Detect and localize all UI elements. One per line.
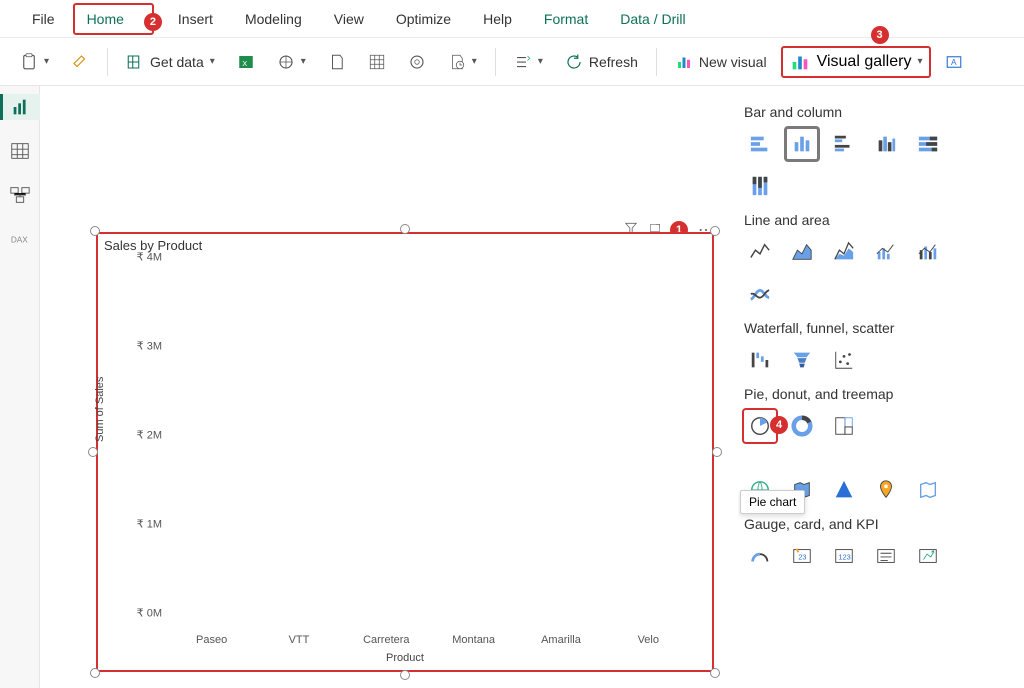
goal-icon[interactable] [912, 540, 944, 572]
100pct-bar-icon[interactable] [912, 128, 944, 160]
callout-badge-2: 2 [144, 13, 162, 31]
recent-sources-button[interactable]: ▾ [440, 49, 485, 75]
text-box-button[interactable]: A [937, 49, 971, 75]
view-switcher: DAX [0, 86, 40, 688]
report-view-icon[interactable] [0, 94, 40, 120]
chevron-down-icon: ▾ [917, 56, 922, 67]
100pct-column-icon[interactable] [744, 170, 776, 202]
ribbon: ▾ Get data ▾ X ▾ ▾ ▾ Refresh New visual … [0, 38, 1024, 86]
menu-home-label: Home [87, 11, 124, 27]
separator [495, 48, 496, 76]
bar-category-label: Amarilla [541, 634, 581, 646]
bar-category-label: Montana [452, 634, 495, 646]
svg-text:DAX: DAX [10, 236, 27, 245]
gallery-section-waterfall: Waterfall, funnel, scatter [744, 320, 1008, 336]
excel-source-button[interactable]: X [229, 49, 263, 75]
clustered-column-icon[interactable] [786, 128, 818, 160]
get-data-button[interactable]: Get data ▾ [118, 49, 223, 75]
clustered-bar-icon[interactable] [828, 128, 860, 160]
bar-category-label: VTT [289, 634, 310, 646]
bar-category-label: Carretera [363, 634, 409, 646]
stacked-column-icon[interactable] [870, 128, 902, 160]
y-tick-label: ₹ 3M [118, 340, 162, 353]
card-icon[interactable]: 23 [786, 540, 818, 572]
svg-text:23: 23 [798, 553, 806, 562]
x-axis-label: Product [386, 652, 424, 664]
stacked-bar-icon[interactable] [744, 128, 776, 160]
dax-view-icon[interactable]: DAX [7, 226, 33, 252]
new-visual-button[interactable]: New visual [667, 49, 775, 75]
funnel-icon[interactable] [786, 344, 818, 376]
bar-category-label: Velo [638, 634, 659, 646]
y-tick-label: ₹ 0M [118, 607, 162, 620]
chart-body: Sum of Sales Product PaseoVTTCarreteraMo… [108, 260, 702, 660]
menu-modeling[interactable]: Modeling [231, 3, 316, 35]
y-tick-label: ₹ 1M [118, 518, 162, 531]
azure-map-icon[interactable] [828, 474, 860, 506]
line-column-icon[interactable] [870, 236, 902, 268]
enter-data-button[interactable] [360, 49, 394, 75]
visual-gallery-button[interactable]: 3 Visual gallery ▾ [781, 46, 931, 78]
callout-badge-4: 4 [770, 416, 788, 434]
svg-text:123: 123 [839, 553, 851, 562]
stacked-area-icon[interactable] [828, 236, 860, 268]
table-view-icon[interactable] [7, 138, 33, 164]
visual-gallery-pane: Bar and column Line and area Waterfall, … [738, 94, 1014, 688]
visual-gallery-label: Visual gallery [817, 53, 912, 71]
menu-data-drill[interactable]: Data / Drill [606, 3, 699, 35]
dataverse-button[interactable] [400, 49, 434, 75]
arcgis-map-icon[interactable] [870, 474, 902, 506]
new-visual-label: New visual [699, 54, 767, 70]
separator [656, 48, 657, 76]
refresh-button[interactable]: Refresh [557, 49, 646, 75]
menu-view[interactable]: View [320, 3, 378, 35]
transform-data-button[interactable]: ▾ [506, 49, 551, 75]
chevron-down-icon: ▾ [210, 56, 215, 67]
line-stacked-column-icon[interactable] [912, 236, 944, 268]
waterfall-icon[interactable] [744, 344, 776, 376]
get-data-label: Get data [150, 54, 204, 70]
gauge-icon[interactable] [744, 540, 776, 572]
y-tick-label: ₹ 4M [118, 251, 162, 264]
plot-area: PaseoVTTCarreteraMontanaAmarillaVelo ₹ 0… [168, 270, 692, 626]
menu-file[interactable]: File [18, 3, 69, 35]
gallery-section-line: Line and area [744, 212, 1008, 228]
report-canvas[interactable]: 1 ⋯ Sales by Product Sum of Sales Produc… [76, 96, 724, 688]
pie-tooltip: Pie chart [740, 490, 805, 514]
bar-chart-visual[interactable]: Sales by Product Sum of Sales Product Pa… [96, 232, 714, 672]
treemap-icon[interactable] [828, 410, 860, 442]
menu-insert[interactable]: Insert [164, 3, 227, 35]
pie-chart-icon[interactable]: 4 [744, 410, 776, 442]
svg-text:X: X [242, 58, 247, 67]
bars-container: PaseoVTTCarreteraMontanaAmarillaVelo [168, 270, 692, 626]
paste-button[interactable]: ▾ [12, 49, 57, 75]
kpi-icon[interactable] [870, 540, 902, 572]
chevron-down-icon: ▾ [44, 56, 49, 67]
shape-map-icon[interactable] [912, 474, 944, 506]
menu-home[interactable]: Home 2 [73, 3, 154, 35]
menu-help[interactable]: Help [469, 3, 526, 35]
gallery-section-pie: Pie, donut, and treemap [744, 386, 1008, 402]
menu-optimize[interactable]: Optimize [382, 3, 465, 35]
onelake-button[interactable]: ▾ [269, 49, 314, 75]
separator [107, 48, 108, 76]
menu-format[interactable]: Format [530, 3, 602, 35]
ribbon-chart-icon[interactable] [744, 278, 776, 310]
donut-chart-icon[interactable] [786, 410, 818, 442]
area-chart-icon[interactable] [786, 236, 818, 268]
sql-button[interactable] [320, 49, 354, 75]
multi-row-card-icon[interactable]: 123 [828, 540, 860, 572]
format-painter-button[interactable] [63, 49, 97, 75]
y-tick-label: ₹ 2M [118, 429, 162, 442]
svg-text:A: A [951, 58, 957, 67]
callout-badge-3: 3 [871, 26, 889, 44]
model-view-icon[interactable] [7, 182, 33, 208]
refresh-label: Refresh [589, 54, 638, 70]
line-chart-icon[interactable] [744, 236, 776, 268]
gallery-section-bar: Bar and column [744, 104, 1008, 120]
scatter-icon[interactable] [828, 344, 860, 376]
y-axis-label: Sum of Sales [94, 377, 106, 442]
bar-category-label: Paseo [196, 634, 227, 646]
gallery-section-gauge: Gauge, card, and KPI [744, 516, 1008, 532]
